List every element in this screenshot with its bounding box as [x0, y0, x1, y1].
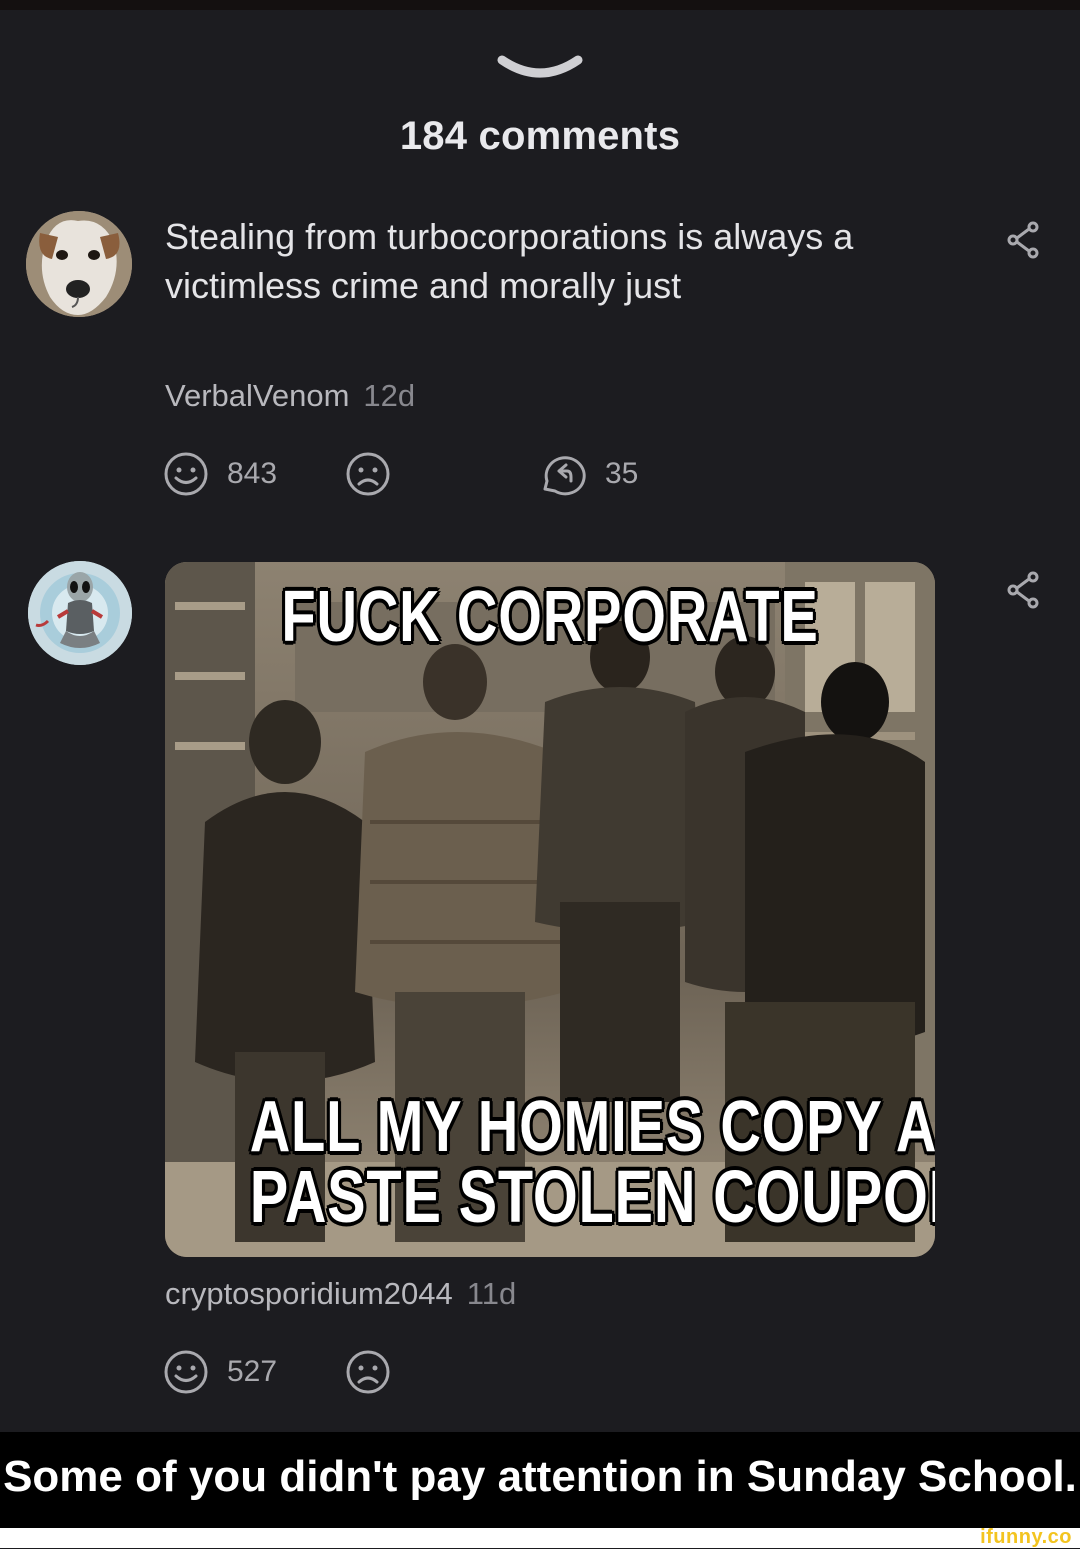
meme-bottom-line-2: PASTE STOLEN COUPON CODES [249, 1155, 935, 1238]
comment-age: 12d [363, 378, 416, 413]
avatar[interactable] [26, 211, 132, 317]
reply-button[interactable]: 35 [539, 451, 638, 497]
smile-icon [164, 452, 208, 496]
top-strip [0, 0, 1080, 10]
comment-text: Stealing from turbocorporations is alway… [165, 216, 854, 306]
comment-age: 11d [466, 1276, 517, 1311]
ifunny-watermark: ifunny.co [980, 1526, 1072, 1548]
comment-meta: VerbalVenom 12d [165, 378, 415, 414]
author-name[interactable]: VerbalVenom [165, 378, 349, 413]
author-name[interactable]: cryptosporidium2044 [165, 1276, 453, 1311]
reply-icon [543, 456, 586, 496]
smile-icon [164, 1350, 208, 1394]
unsmile-button[interactable] [345, 451, 391, 497]
share-icon[interactable] [1005, 220, 1041, 260]
frown-icon [346, 452, 390, 496]
chevron-down-icon[interactable] [496, 52, 584, 82]
footer-bar: ifunny.co [0, 1526, 1080, 1548]
dog-avatar-icon [26, 211, 132, 317]
smile-button[interactable]: 527 [163, 1349, 277, 1395]
frown-icon [346, 1350, 390, 1394]
meme-caption: Some of you didn't pay attention in Sund… [3, 1452, 1077, 1501]
meme-top-text: FUCK CORPORATE [281, 577, 819, 657]
smile-button[interactable]: 843 [163, 451, 277, 497]
smile-count: 527 [227, 1355, 278, 1388]
share-icon[interactable] [1005, 570, 1041, 610]
avatar[interactable] [28, 561, 132, 665]
unsmile-button[interactable] [345, 1349, 391, 1395]
smile-count: 843 [227, 457, 278, 490]
alien-avatar-icon [28, 561, 132, 665]
reply-count: 35 [605, 457, 639, 490]
comments-count-title: 184 comments [399, 114, 681, 158]
meme-image[interactable]: FUCK CORPORATE ALL MY HOMIES COPY AND PA… [165, 562, 935, 1257]
comment-meta: cryptosporidium2044 11d [165, 1276, 516, 1312]
caption-bar: Some of you didn't pay attention in Sund… [0, 1432, 1080, 1528]
